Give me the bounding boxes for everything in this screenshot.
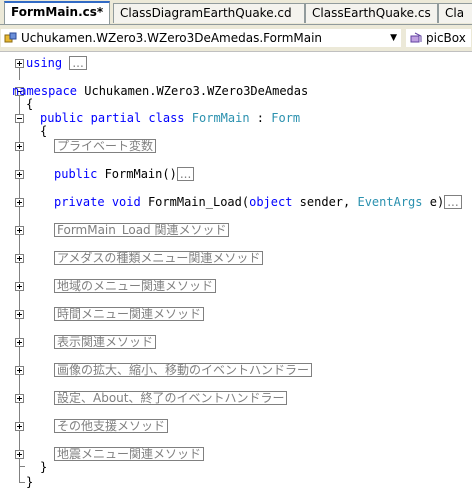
field-icon [410,32,422,43]
collapsed-region[interactable]: 地域のメニュー関連メソッド [54,279,217,293]
code-text: FormMain_Load 関連メソッド [54,222,230,238]
expand-icon[interactable] [15,226,24,235]
tab-overflow-cla[interactable]: Cla [438,3,472,23]
collapsed-region[interactable]: 画像の拡大、縮小、移動のイベントハンドラー [54,363,313,377]
collapsed-block[interactable]: ... [176,167,195,181]
code-text: 設定、About、終了のイベントハンドラー [54,390,288,406]
code-text: private void FormMain_Load(object sender… [54,194,462,210]
expand-icon[interactable] [15,394,24,403]
code-line: その他支援メソッド [0,418,472,446]
expand-icon[interactable] [15,198,24,207]
collapsed-block[interactable]: ... [69,56,87,70]
code-text: 表示関連メソッド [54,334,157,350]
code-line: プライベート変数 [0,138,472,166]
code-text: } [40,460,48,474]
navigation-bar: Uchukamen.WZero3.WZero3DeAmedas.FormMain… [0,25,472,52]
tab-formmain-cs[interactable]: FormMain.cs* [4,1,110,24]
code-text: } [26,475,34,489]
member-dropdown-value: picBox [426,31,466,45]
collapsed-region[interactable]: アメダスの種類メニュー関連メソッド [54,251,264,265]
collapsed-block[interactable]: ... [444,195,462,209]
expand-icon[interactable] [15,422,24,431]
collapsed-region[interactable]: FormMain_Load 関連メソッド [54,223,230,237]
collapse-icon[interactable] [15,114,24,123]
code-line: 設定、About、終了のイベントハンドラー [0,390,472,418]
expand-icon[interactable] [15,282,24,291]
class-icon [4,32,17,43]
code-text: その他支援メソッド [54,418,169,434]
code-line: 表示関連メソッド [0,334,472,362]
expand-icon[interactable] [15,450,24,459]
code-line: } [0,474,472,498]
expand-icon[interactable] [15,310,24,319]
expand-icon[interactable] [15,338,24,347]
type-dropdown[interactable]: Uchukamen.WZero3.WZero3DeAmedas.FormMain… [0,28,402,48]
code-text: 画像の拡大、縮小、移動のイベントハンドラー [54,362,313,378]
code-line: public FormMain()... [0,166,472,194]
collapsed-region[interactable]: その他支援メソッド [54,419,169,433]
code-text: 時間メニュー関連メソッド [54,306,205,322]
code-text: public FormMain()... [54,166,195,182]
code-editor[interactable]: using ... namespace Uchukamen.WZero3.WZe… [0,52,472,498]
code-line: 地域のメニュー関連メソッド [0,278,472,306]
code-text: 地域のメニュー関連メソッド [54,278,217,294]
code-text: プライベート変数 [54,138,157,154]
collapsed-region[interactable]: 表示関連メソッド [54,335,157,349]
code-text: using ... [26,55,87,71]
expand-icon[interactable] [15,170,24,179]
collapsed-region[interactable]: 設定、About、終了のイベントハンドラー [54,391,288,405]
expand-icon[interactable] [15,59,24,68]
collapsed-region[interactable]: 時間メニュー関連メソッド [54,307,205,321]
code-line: FormMain_Load 関連メソッド [0,222,472,250]
tab-classdiagram-earthquake-cd[interactable]: ClassDiagramEarthQuake.cd [113,3,305,23]
tab-classearthquake-cs[interactable]: ClassEarthQuake.cs [305,3,438,23]
code-text: { [40,124,48,138]
code-line: 時間メニュー関連メソッド [0,306,472,334]
code-text: アメダスの種類メニュー関連メソッド [54,250,264,266]
document-tab-strip: FormMain.cs* ClassDiagramEarthQuake.cd C… [0,0,472,25]
collapsed-region[interactable]: プライベート変数 [54,139,157,153]
type-dropdown-value: Uchukamen.WZero3.WZero3DeAmedas.FormMain [21,31,323,45]
code-line: private void FormMain_Load(object sender… [0,194,472,222]
expand-icon[interactable] [15,142,24,151]
code-line: 画像の拡大、縮小、移動のイベントハンドラー [0,362,472,390]
expand-icon[interactable] [15,254,24,263]
expand-icon[interactable] [15,366,24,375]
chevron-down-icon[interactable]: ▼ [390,29,397,47]
member-dropdown[interactable]: picBox [405,28,472,48]
code-line: using ... [0,55,472,83]
code-line: アメダスの種類メニュー関連メソッド [0,250,472,278]
